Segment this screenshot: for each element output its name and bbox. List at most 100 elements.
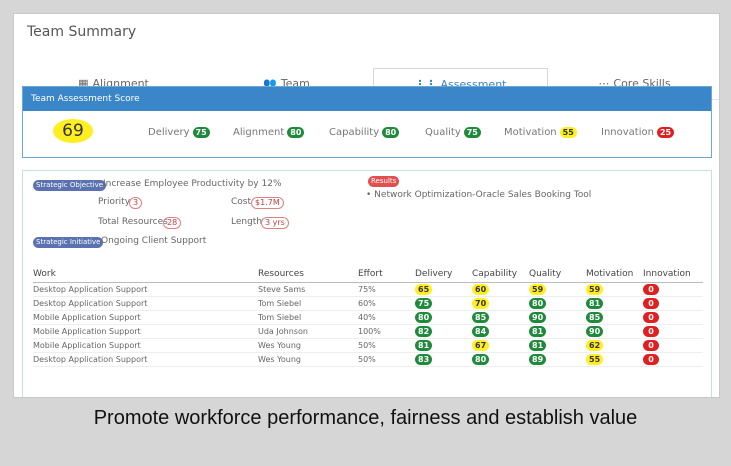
cell-score: 82	[415, 324, 472, 339]
metric-badge: 25	[656, 127, 675, 138]
score-badge: 0	[643, 340, 659, 351]
score-badge: 81	[415, 340, 433, 351]
cell-score: 81	[529, 324, 586, 339]
team-assessment-score-panel: Team Assessment Score 69 Delivery 75 Ali…	[22, 86, 712, 158]
priority-value: 3	[129, 197, 143, 209]
col-capability: Capability	[472, 267, 529, 283]
cell-work: Desktop Application Support	[33, 352, 258, 367]
cell-score: 80	[472, 352, 529, 367]
resources-value: 28	[163, 217, 182, 229]
cell-work: Desktop Application Support	[33, 282, 258, 297]
cell-score: 90	[529, 310, 586, 325]
cell-work: Mobile Application Support	[33, 310, 258, 325]
score-badge: 89	[529, 354, 547, 365]
metric-delivery: Delivery 75	[148, 127, 210, 138]
score-badge: 80	[529, 298, 547, 309]
cell-effort: 60%	[358, 296, 415, 311]
score-badge: 90	[529, 312, 547, 323]
metric-badge: 80	[382, 127, 400, 138]
metric-alignment: Alignment 80	[233, 127, 305, 138]
col-innovation: Innovation	[643, 267, 703, 283]
score-badge: 85	[472, 312, 490, 323]
cell-score: 62	[586, 338, 643, 353]
initiative-text: Ongoing Client Support	[101, 236, 207, 246]
score-badge: 80	[415, 312, 433, 323]
score-badge: 82	[415, 326, 433, 337]
cell-score: 67	[472, 338, 529, 353]
cell-score: 80	[529, 296, 586, 311]
cell-effort: 50%	[358, 352, 415, 367]
cell-resource: Steve Sams	[258, 282, 358, 297]
score-badge: 0	[643, 312, 659, 323]
score-badge: 70	[472, 298, 490, 309]
cell-score: 0	[643, 352, 703, 367]
cell-resource: Wes Young	[258, 352, 358, 367]
slide-caption: Promote workforce performance, fairness …	[93, 407, 638, 429]
results-tag: Results	[368, 176, 400, 187]
cell-effort: 40%	[358, 310, 415, 325]
metric-capability: Capability 80	[329, 127, 400, 138]
score-badge: 90	[586, 326, 604, 337]
length-value: 3 yrs	[261, 217, 289, 229]
cell-score: 0	[643, 338, 703, 353]
page-title: Team Summary	[27, 24, 137, 40]
score-badge: 0	[643, 298, 659, 309]
cell-score: 83	[415, 352, 472, 367]
metric-label: Capability	[329, 127, 380, 138]
objective-text: Increase Employee Productivity by 12%	[103, 179, 282, 189]
overall-score: 69	[53, 119, 93, 143]
panel-header: Team Assessment Score	[23, 87, 711, 111]
cell-score: 60	[472, 282, 529, 297]
cell-resource: Uda Johnson	[258, 324, 358, 339]
objective-detail-panel: Strategic Objective Increase Employee Pr…	[22, 170, 712, 397]
col-work: Work	[33, 267, 258, 283]
metric-label: Alignment	[233, 127, 285, 138]
cost-value: $1.7M	[251, 197, 284, 209]
cell-work: Desktop Application Support	[33, 296, 258, 311]
cell-score: 90	[586, 324, 643, 339]
cell-score: 85	[586, 310, 643, 325]
score-badge: 81	[529, 326, 547, 337]
metric-badge: 80	[287, 127, 305, 138]
cell-score: 75	[415, 296, 472, 311]
score-badge: 75	[415, 298, 433, 309]
results-item-text: Network Optimization-Oracle Sales Bookin…	[374, 190, 592, 200]
cell-score: 0	[643, 310, 703, 325]
metric-label: Quality	[425, 127, 461, 138]
priority-label: Priority	[98, 197, 131, 207]
score-badge: 81	[586, 298, 604, 309]
metric-label: Innovation	[601, 127, 654, 138]
score-badge: 59	[529, 284, 547, 295]
score-badge: 55	[586, 354, 604, 365]
cell-score: 85	[472, 310, 529, 325]
score-badge: 81	[529, 340, 547, 351]
cell-score: 0	[643, 282, 703, 297]
cell-score: 70	[472, 296, 529, 311]
resources-label: Total Resources	[98, 217, 168, 227]
cell-score: 89	[529, 352, 586, 367]
score-badge: 80	[472, 354, 490, 365]
table-row: Mobile Application Support Tom Siebel 40% 8…	[33, 310, 703, 325]
metric-badge: 75	[463, 127, 481, 138]
cell-score: 65	[415, 282, 472, 297]
cell-score: 0	[643, 296, 703, 311]
strategic-objective-tag: Strategic Objective	[33, 180, 107, 191]
cell-score: 81	[586, 296, 643, 311]
cell-score: 81	[415, 338, 472, 353]
metric-motivation: Motivation 55	[504, 127, 577, 138]
score-badge: 0	[643, 354, 659, 365]
score-badge: 65	[415, 284, 433, 295]
cell-score: 59	[586, 282, 643, 297]
cell-score: 84	[472, 324, 529, 339]
cell-resource: Tom Siebel	[258, 310, 358, 325]
metric-label: Delivery	[148, 127, 190, 138]
score-badge: 60	[472, 284, 490, 295]
col-effort: Effort	[358, 267, 415, 283]
cell-score: 0	[643, 324, 703, 339]
cost-label: Cost	[231, 197, 252, 207]
table-row: Mobile Application Support Wes Young 50% 81…	[33, 338, 703, 353]
score-badge: 0	[643, 326, 659, 337]
cell-resource: Tom Siebel	[258, 296, 358, 311]
metric-badge: 75	[192, 127, 210, 138]
score-badge: 85	[586, 312, 604, 323]
